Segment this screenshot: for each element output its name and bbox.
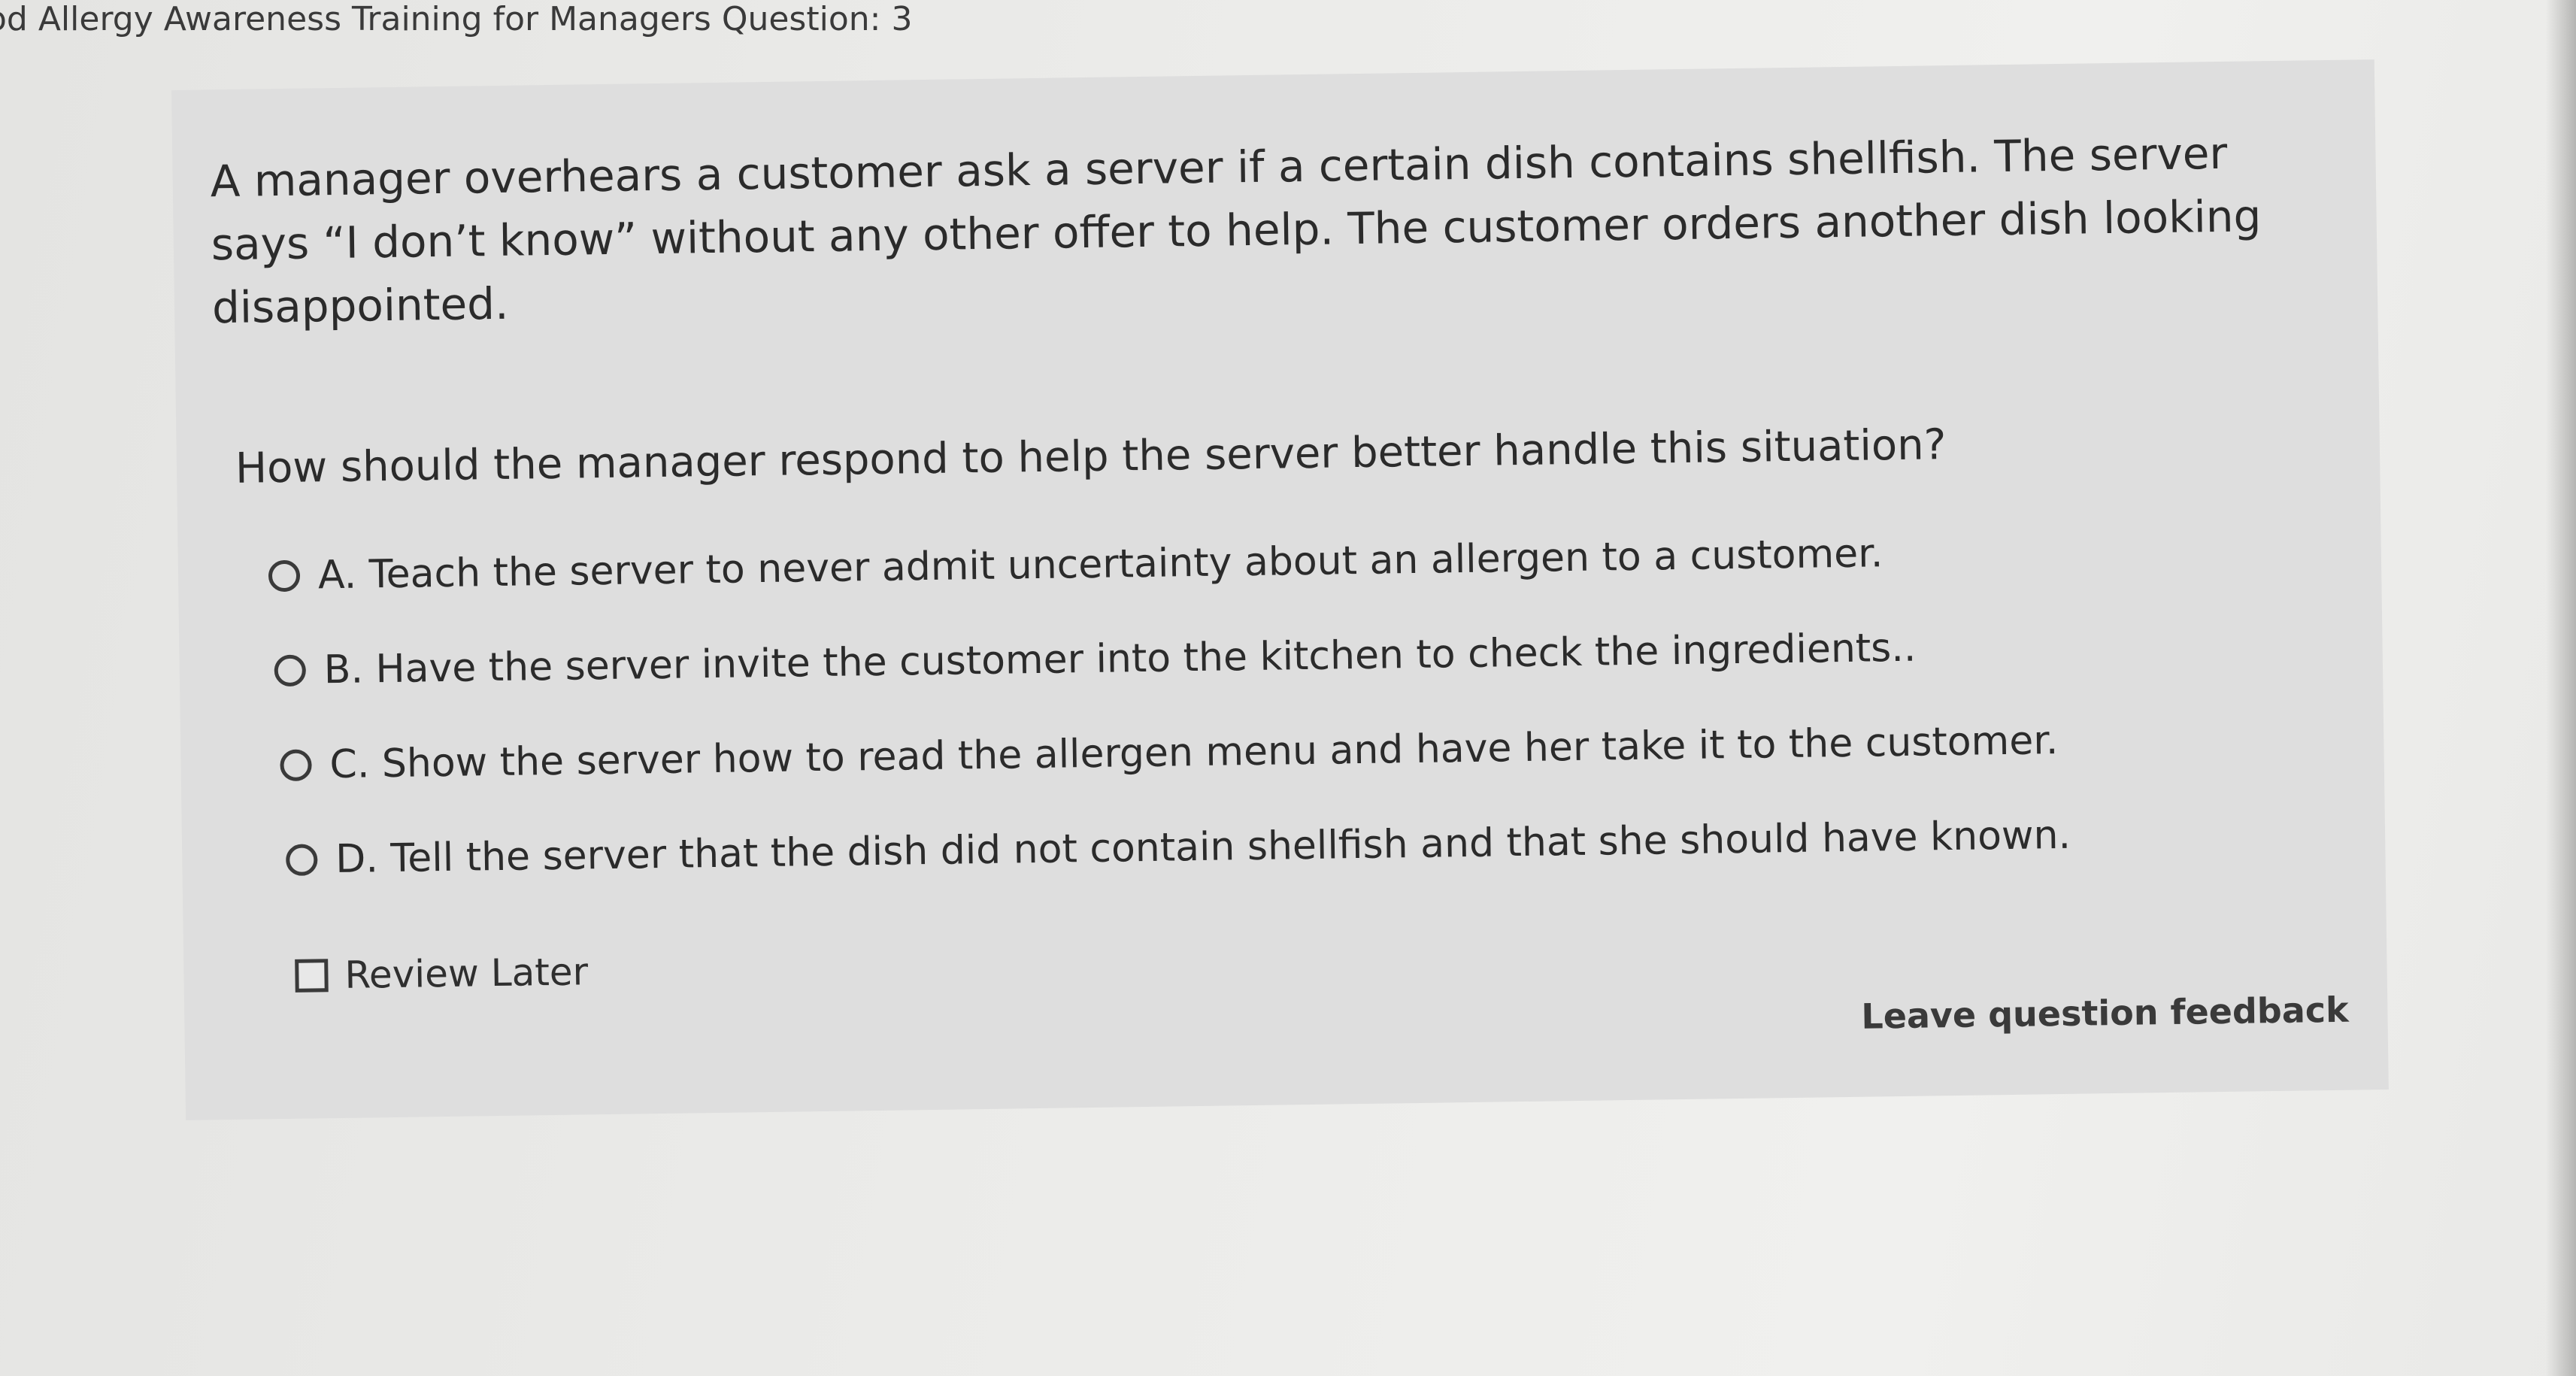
question-card: A manager overhears a customer ask a ser… (171, 59, 2389, 1120)
review-later-toggle[interactable]: Review Later (295, 949, 589, 998)
answer-option-a[interactable]: A. Teach the server to never admit uncer… (268, 523, 2068, 605)
question-prompt: How should the manager respond to help t… (235, 420, 1947, 493)
review-later-checkbox[interactable] (295, 959, 329, 993)
radio-button-b[interactable] (274, 654, 307, 687)
radio-button-c[interactable] (280, 749, 312, 782)
answer-option-c[interactable]: C. Show the server how to read the aller… (280, 712, 2070, 794)
leave-feedback-link[interactable]: Leave question feedback (1861, 989, 2349, 1038)
radio-button-d[interactable] (286, 844, 318, 876)
answer-option-label: A. Teach the server to never admit uncer… (317, 531, 1884, 599)
screen-bezel (2546, 0, 2576, 1376)
answer-options: A. Teach the server to never admit uncer… (268, 523, 2072, 926)
answer-option-label: D. Tell the server that the dish did not… (335, 812, 2071, 883)
question-scenario: A manager overhears a customer ask a ser… (210, 127, 2262, 334)
radio-button-a[interactable] (268, 559, 301, 593)
answer-option-label: C. Show the server how to read the aller… (329, 718, 2059, 788)
review-later-label: Review Later (344, 950, 589, 997)
answer-option-label: B. Have the server invite the customer i… (323, 625, 1917, 693)
answer-option-d[interactable]: D. Tell the server that the dish did not… (286, 807, 2071, 889)
page-title: od Allergy Awareness Training for Manage… (0, 0, 913, 38)
answer-option-b[interactable]: B. Have the server invite the customer i… (274, 617, 2068, 699)
